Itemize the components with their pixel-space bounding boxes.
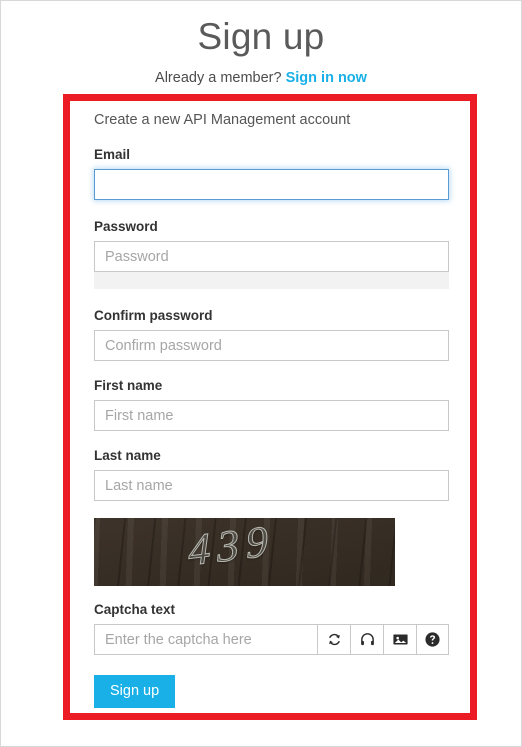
member-prompt-text: Already a member?: [155, 70, 282, 86]
headphones-icon: [359, 631, 376, 648]
captcha-audio-button[interactable]: [350, 624, 383, 655]
confirm-password-label: Confirm password: [94, 308, 213, 323]
signup-form: Create a new API Management account Emai…: [94, 111, 449, 708]
captcha-image-button[interactable]: [383, 624, 416, 655]
captcha-input[interactable]: [94, 624, 317, 655]
email-input[interactable]: [94, 169, 449, 200]
field-confirm-password: Confirm password: [94, 308, 449, 361]
captcha-image: 439: [94, 518, 395, 586]
refresh-icon: [326, 631, 343, 648]
page-title: Sign up: [197, 16, 325, 57]
page-frame: Sign up Already a member? Sign in now Cr…: [0, 0, 522, 747]
confirm-password-input[interactable]: [94, 330, 449, 361]
image-icon: [392, 631, 409, 648]
password-input[interactable]: [94, 241, 449, 272]
password-strength-meter: [94, 272, 449, 289]
field-first-name: First name: [94, 378, 449, 431]
help-icon: [424, 631, 441, 648]
last-name-label: Last name: [94, 448, 161, 463]
field-last-name: Last name: [94, 448, 449, 501]
captcha-label: Captcha text: [94, 602, 176, 617]
password-label: Password: [94, 219, 158, 234]
form-description: Create a new API Management account: [94, 112, 351, 128]
member-prompt: Already a member? Sign in now: [1, 61, 521, 87]
last-name-input[interactable]: [94, 470, 449, 501]
captcha-input-row: [94, 624, 449, 655]
first-name-input[interactable]: [94, 400, 449, 431]
email-label: Email: [94, 147, 131, 162]
field-email: Email: [94, 147, 449, 200]
captcha-image-text: 439: [187, 518, 276, 576]
field-password: Password: [94, 219, 449, 289]
sign-up-button[interactable]: Sign up: [94, 675, 176, 708]
captcha-refresh-button[interactable]: [317, 624, 350, 655]
first-name-label: First name: [94, 378, 163, 393]
page-header: Sign up Already a member? Sign in now: [1, 1, 521, 87]
sign-in-now-link[interactable]: Sign in now: [286, 70, 367, 86]
captcha-help-button[interactable]: [416, 624, 449, 655]
